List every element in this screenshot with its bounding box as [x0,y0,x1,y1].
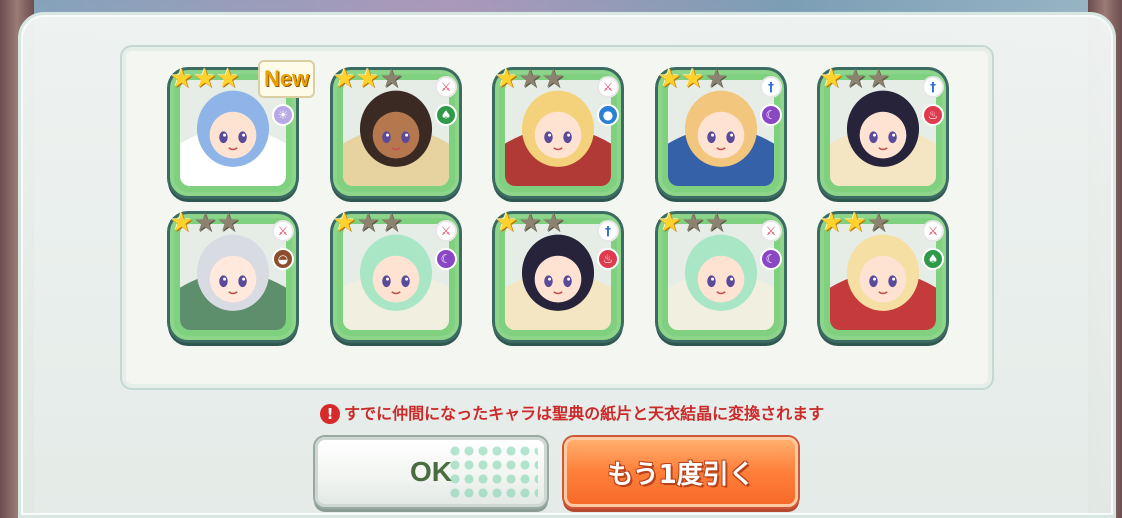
star-icon: ★ [495,64,519,94]
star-icon: ★ [193,208,217,238]
character-portrait [505,80,611,186]
star-icon: ★ [216,208,240,238]
tree-icon: ♠ [922,248,944,270]
rarity-stars: ★ ★ ★ [333,210,403,236]
staff-icon: † [922,76,944,98]
ok-button[interactable]: OK [315,437,547,507]
character-portrait [180,224,286,330]
moon-icon: ☾ [435,248,457,270]
character-portrait [830,80,936,186]
star-icon: ★ [170,208,194,238]
staff-icon: † [597,220,619,242]
ok-button-pattern [448,444,538,502]
star-icon: ★ [379,208,403,238]
star-icon: ★ [704,208,728,238]
character-card[interactable]: ★ ★ ★ ⚔ ♠ [333,66,459,196]
star-icon: ★ [495,208,519,238]
moon-icon: ☾ [760,248,782,270]
sword-icon: ⚔ [272,220,294,242]
character-card[interactable]: ★ ★ ★ ⚔ ● [495,66,621,196]
sword-icon: ⚔ [435,220,457,242]
sword-icon: ⚔ [760,220,782,242]
earth-icon: ◒ [272,248,294,270]
star-icon: ★ [193,64,217,94]
draw-again-label: もう1度引く [607,459,755,490]
star-icon: ★ [820,208,844,238]
moon-icon: ☾ [760,104,782,126]
star-icon: ★ [356,208,380,238]
rarity-stars: ★ ★ ★ [658,66,728,92]
character-portrait [343,80,449,186]
sword-icon: ⚔ [597,76,619,98]
character-card[interactable]: ★ ★ ★ ⚔ ☾ [658,210,784,340]
staff-icon: † [760,76,782,98]
fire-icon: ♨ [922,104,944,126]
character-portrait [505,224,611,330]
sword-icon: ⚔ [435,76,457,98]
star-icon: ★ [333,64,357,94]
star-icon: ★ [541,208,565,238]
character-portrait [343,224,449,330]
rarity-stars: ★ ★ ★ [495,66,565,92]
character-portrait [668,224,774,330]
star-icon: ★ [681,64,705,94]
star-icon: ★ [170,64,194,94]
character-card[interactable]: ★ ★ ★ ⚔ ♠ [820,210,946,340]
fire-icon: ♨ [597,248,619,270]
star-icon: ★ [843,64,867,94]
star-icon: ★ [356,64,380,94]
star-icon: ★ [704,64,728,94]
star-icon: ★ [658,208,682,238]
character-card[interactable]: ★ ★ ★ † ♨ [820,66,946,196]
rarity-stars: ★ ★ ★ [170,210,240,236]
star-icon: ★ [843,208,867,238]
tree-icon: ♠ [435,104,457,126]
notice-text: すでに仲間になったキャラは聖典の紙片と天衣結晶に変換されます [344,404,825,423]
rarity-stars: ★ ★ ★ [170,66,240,92]
star-icon: ★ [518,64,542,94]
sword-icon: ⚔ [922,220,944,242]
character-card[interactable]: ★ ★ ★ ⚔ ☾ [333,210,459,340]
character-card[interactable]: ★ ★ ★ † ☾ [658,66,784,196]
star-icon: ★ [333,208,357,238]
star-icon: ★ [216,64,240,94]
rarity-stars: ★ ★ ★ [820,66,890,92]
star-icon: ★ [518,208,542,238]
ok-button-label: OK [410,456,452,487]
rarity-stars: ★ ★ ★ [658,210,728,236]
rarity-stars: ★ ★ ★ [820,210,890,236]
character-card[interactable]: ★ ★ ★ ⚔ ◒ [170,210,296,340]
draw-again-button[interactable]: もう1度引く [564,437,798,507]
character-card[interactable]: ★ ★ ★ † ♨ [495,210,621,340]
rarity-stars: ★ ★ ★ [333,66,403,92]
character-portrait [668,80,774,186]
warning-icon: ! [320,404,340,424]
star-icon: ★ [379,64,403,94]
star-icon: ★ [820,64,844,94]
star-icon: ★ [541,64,565,94]
water-icon: ● [597,104,619,126]
star-icon: ★ [681,208,705,238]
rarity-stars: ★ ★ ★ [495,210,565,236]
star-icon: ★ [658,64,682,94]
new-badge: New [258,60,316,98]
star-icon: ★ [866,64,890,94]
conversion-notice: ! すでに仲間になったキャラは聖典の紙片と天衣結晶に変換されます [320,403,824,425]
light-icon: ☀ [272,104,294,126]
character-portrait [830,224,936,330]
star-icon: ★ [866,208,890,238]
